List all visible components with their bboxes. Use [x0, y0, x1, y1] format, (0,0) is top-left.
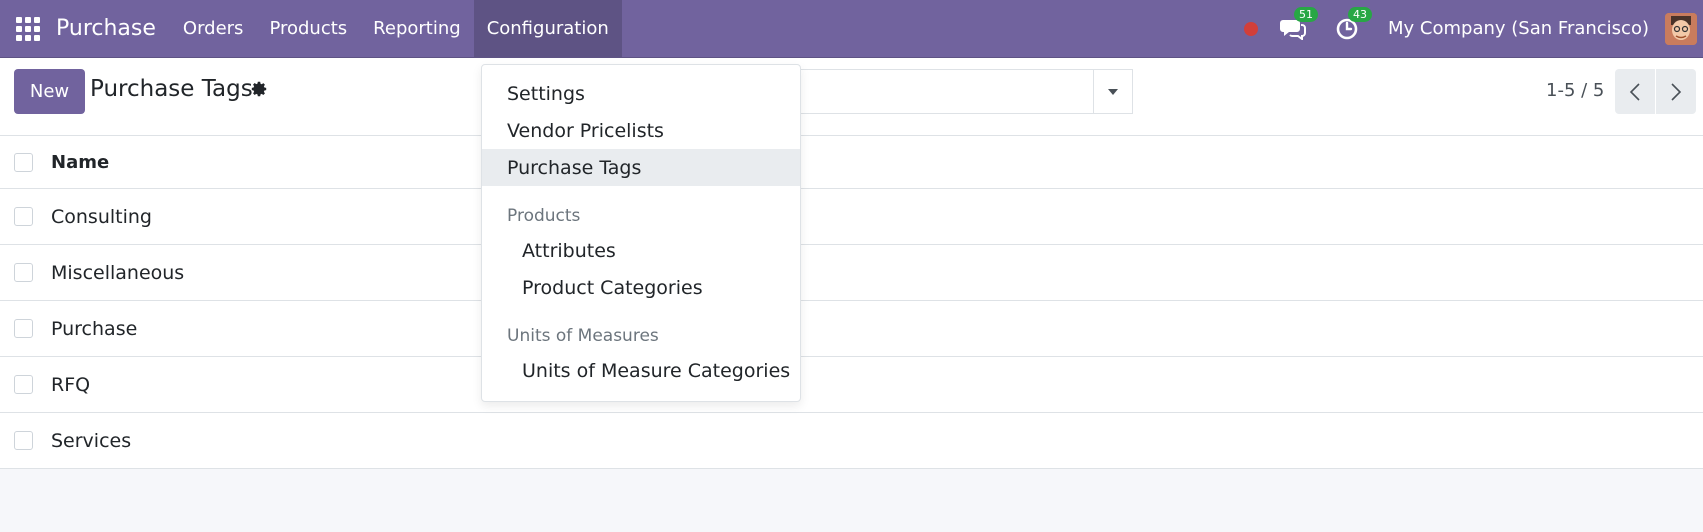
gear-icon[interactable] [250, 80, 268, 102]
row-checkbox[interactable] [14, 431, 33, 450]
menu-section-units-of-measures: Units of Measures [507, 326, 659, 346]
recording-indicator-icon[interactable] [1244, 21, 1259, 36]
row-name[interactable]: RFQ [51, 374, 90, 396]
menu-item-vendor-pricelists[interactable]: Vendor Pricelists [482, 112, 800, 149]
row-checkbox[interactable] [14, 319, 33, 338]
table-row[interactable]: Services [0, 413, 1703, 469]
row-checkbox[interactable] [14, 207, 33, 226]
pager-value[interactable]: 1-5 / 5 [1546, 80, 1604, 101]
menu-item-attributes[interactable]: Attributes [482, 232, 800, 269]
table-row[interactable]: Consulting [0, 189, 1703, 245]
row-name[interactable]: Miscellaneous [51, 262, 184, 284]
app-brand[interactable]: Purchase [56, 16, 170, 41]
menu-section-products: Products [507, 206, 581, 226]
row-name[interactable]: Services [51, 430, 131, 452]
new-button[interactable]: New [14, 69, 85, 114]
search-input[interactable] [800, 69, 1094, 114]
menu-configuration[interactable]: Configuration [473, 0, 622, 58]
menu-orders[interactable]: Orders [170, 0, 257, 58]
list-header: Name [0, 136, 1703, 189]
menu-reporting[interactable]: Reporting [360, 0, 474, 58]
search-options-toggle[interactable] [1093, 69, 1133, 114]
row-name[interactable]: Consulting [51, 206, 152, 228]
activities-clock-icon[interactable]: 43 [1334, 6, 1373, 41]
table-row[interactable]: Miscellaneous [0, 245, 1703, 301]
app-switcher-icon[interactable] [0, 0, 56, 58]
menu-item-uom-categories[interactable]: Units of Measure Categories [482, 352, 800, 389]
select-all-checkbox[interactable] [14, 152, 33, 172]
tags-list: Name Consulting Miscellaneous Purchase R… [0, 136, 1703, 469]
pager-next-button[interactable] [1656, 69, 1696, 114]
top-navbar: Purchase Orders Products Reporting Confi… [0, 0, 1703, 58]
menu-item-settings[interactable]: Settings [482, 75, 800, 112]
row-name[interactable]: Purchase [51, 318, 137, 340]
pager-previous-button[interactable] [1615, 69, 1655, 114]
configuration-dropdown: Settings Vendor Pricelists Purchase Tags… [481, 64, 801, 402]
messages-badge: 51 [1294, 6, 1319, 22]
chevron-right-icon [1671, 82, 1682, 101]
user-avatar[interactable] [1665, 12, 1697, 45]
caret-down-icon [1108, 88, 1118, 95]
menu-products[interactable]: Products [256, 0, 360, 58]
column-header-name[interactable]: Name [51, 152, 109, 173]
chevron-left-icon [1629, 82, 1640, 101]
row-checkbox[interactable] [14, 263, 33, 282]
messages-icon[interactable]: 51 [1280, 6, 1319, 41]
page-title: Purchase Tags [90, 76, 253, 102]
company-switcher[interactable]: My Company (San Francisco) [1388, 18, 1649, 39]
table-row[interactable]: RFQ [0, 357, 1703, 413]
row-checkbox[interactable] [14, 375, 33, 394]
activities-badge: 43 [1348, 6, 1373, 22]
control-panel: New Purchase Tags 1-5 / 5 [0, 58, 1703, 136]
table-row[interactable]: Purchase [0, 301, 1703, 357]
menu-item-product-categories[interactable]: Product Categories [482, 269, 800, 306]
menu-item-purchase-tags[interactable]: Purchase Tags [482, 149, 800, 186]
